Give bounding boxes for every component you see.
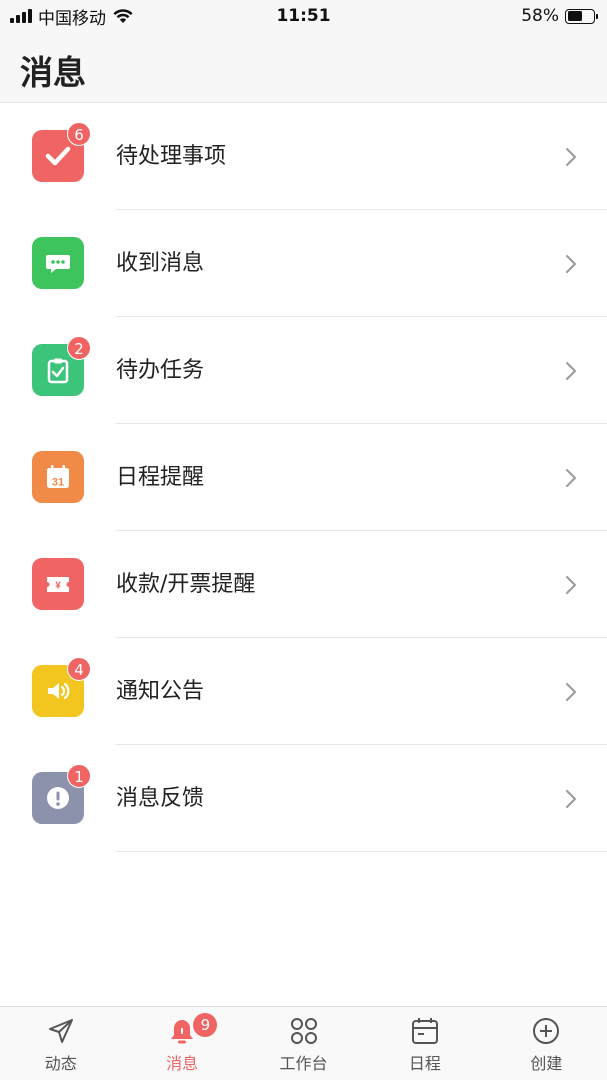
message-category-list: 6 待处理事项 收到消息 2 待办任务 31 日程提醒 ¥ 收款/开票提醒 4 … bbox=[0, 103, 607, 852]
chevron-right-icon bbox=[566, 576, 576, 594]
chevron-right-icon bbox=[566, 790, 576, 808]
tab-create[interactable]: 创建 bbox=[486, 1007, 607, 1080]
tab-label: 工作台 bbox=[279, 1054, 328, 1073]
tab-badge-messages: 9 bbox=[193, 1013, 218, 1037]
row-label: 日程提醒 bbox=[116, 465, 205, 490]
svg-text:31: 31 bbox=[52, 477, 64, 489]
tab-label: 动态 bbox=[44, 1054, 77, 1073]
tab-label: 创建 bbox=[530, 1054, 563, 1073]
row-label: 消息反馈 bbox=[116, 786, 205, 811]
tab-workbench[interactable]: 工作台 bbox=[243, 1007, 364, 1080]
battery-percent: 58% bbox=[521, 6, 559, 26]
row-label: 收款/开票提醒 bbox=[116, 572, 256, 597]
status-bar: 中国移动 11:51 58% bbox=[0, 0, 607, 32]
tab-label: 消息 bbox=[166, 1054, 199, 1073]
row-label: 待办任务 bbox=[116, 358, 205, 383]
send-icon bbox=[45, 1015, 77, 1047]
calendar-icon bbox=[409, 1015, 441, 1047]
chevron-right-icon bbox=[566, 683, 576, 701]
chat-bubble-icon bbox=[32, 237, 84, 289]
tab-messages[interactable]: 9 消息 bbox=[121, 1007, 242, 1080]
list-item-todo-task[interactable]: 2 待办任务 bbox=[0, 317, 607, 424]
grid-icon bbox=[288, 1015, 320, 1047]
header: 消息 bbox=[0, 32, 607, 103]
chevron-right-icon bbox=[566, 255, 576, 273]
chevron-right-icon bbox=[566, 362, 576, 380]
divider bbox=[116, 851, 607, 852]
list-item-pending[interactable]: 6 待处理事项 bbox=[0, 103, 607, 210]
tab-feed[interactable]: 动态 bbox=[0, 1007, 121, 1080]
list-item-notice-announcement[interactable]: 4 通知公告 bbox=[0, 638, 607, 745]
signal-icon bbox=[10, 9, 32, 23]
carrier-label: 中国移动 bbox=[38, 8, 106, 29]
row-label: 收到消息 bbox=[116, 251, 205, 276]
status-left: 中国移动 bbox=[10, 4, 134, 29]
list-item-payment-invoice-reminder[interactable]: ¥ 收款/开票提醒 bbox=[0, 531, 607, 638]
badge-pending: 6 bbox=[67, 122, 91, 146]
battery-fill bbox=[567, 11, 582, 21]
tab-label: 日程 bbox=[408, 1054, 441, 1073]
battery-icon bbox=[565, 8, 598, 24]
badge-notice: 4 bbox=[67, 657, 91, 681]
wifi-icon bbox=[113, 9, 133, 23]
chevron-right-icon bbox=[566, 148, 576, 166]
plus-circle-icon bbox=[530, 1015, 562, 1047]
list-item-received-message[interactable]: 收到消息 bbox=[0, 210, 607, 317]
calendar-31-icon: 31 bbox=[32, 451, 84, 503]
list-item-message-feedback[interactable]: 1 消息反馈 bbox=[0, 745, 607, 852]
tab-bar: 动态 9 消息 工作台 日程 创建 bbox=[0, 1006, 607, 1080]
badge-feedback: 1 bbox=[67, 764, 91, 788]
badge-todo-task: 2 bbox=[67, 336, 91, 360]
svg-text:¥: ¥ bbox=[55, 581, 61, 592]
row-label: 通知公告 bbox=[116, 679, 205, 704]
yen-ticket-icon: ¥ bbox=[32, 558, 84, 610]
page-title: 消息 bbox=[20, 53, 86, 92]
chevron-right-icon bbox=[566, 469, 576, 487]
tab-schedule[interactable]: 日程 bbox=[364, 1007, 485, 1080]
status-right: 58% bbox=[521, 6, 598, 26]
list-item-schedule-reminder[interactable]: 31 日程提醒 bbox=[0, 424, 607, 531]
row-label: 待处理事项 bbox=[116, 144, 227, 169]
